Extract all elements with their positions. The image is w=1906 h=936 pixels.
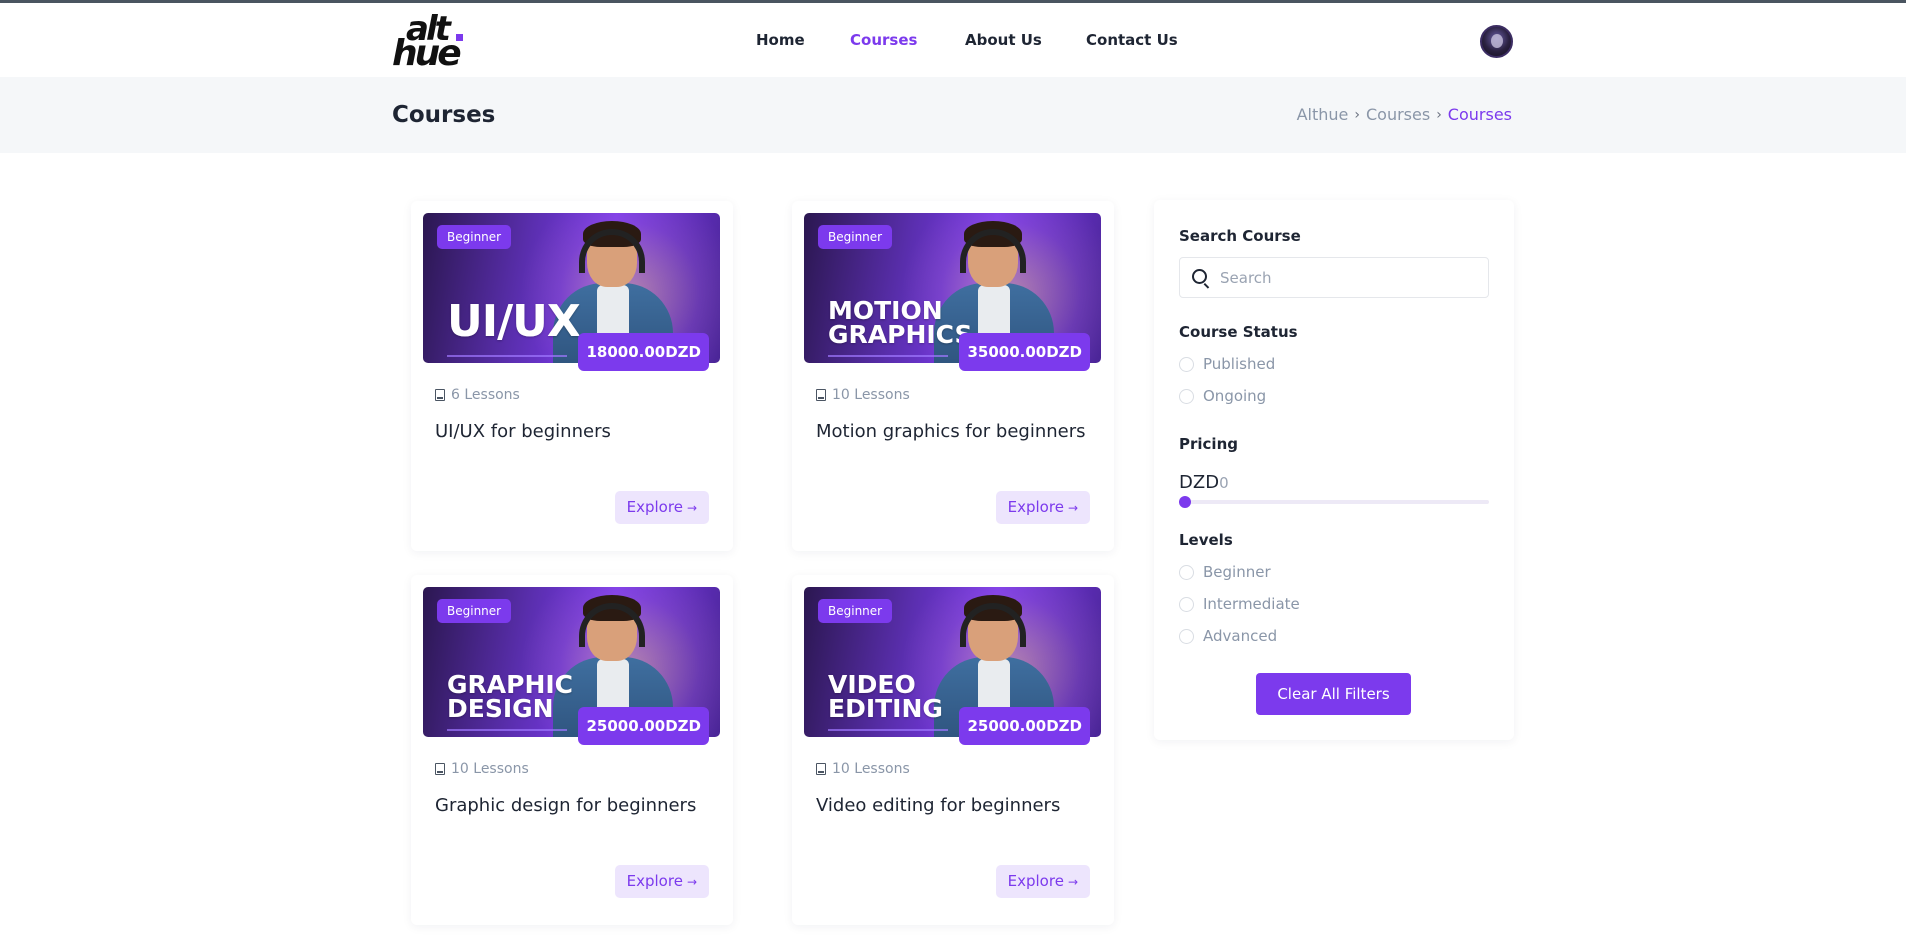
logo-dot	[456, 34, 463, 41]
site-header: alt hue Home Courses About Us Contact Us	[0, 3, 1906, 77]
price-badge: 25000.00DZD	[578, 707, 709, 745]
arrow-right-icon: →	[1067, 875, 1078, 889]
nav-courses[interactable]: Courses	[850, 31, 917, 49]
option-label: Advanced	[1203, 627, 1278, 645]
course-status-label: Course Status	[1179, 323, 1298, 341]
lessons-count: 10 Lessons	[816, 761, 910, 777]
thumbnail-title: MOTION GRAPHICS	[828, 296, 973, 349]
price-badge: 35000.00DZD	[959, 333, 1090, 371]
arrow-right-icon: →	[686, 875, 697, 889]
option-label: Ongoing	[1203, 387, 1267, 405]
lessons-count: 10 Lessons	[816, 387, 910, 403]
thumbnail-underline	[447, 355, 567, 357]
lessons-label: 10 Lessons	[451, 761, 529, 777]
course-title[interactable]: Graphic design for beginners	[435, 795, 696, 816]
thumbnail-underline	[828, 355, 948, 357]
price-slider-track[interactable]	[1179, 500, 1489, 504]
option-label: Published	[1203, 355, 1276, 373]
course-card: UI/UX Beginner 18000.00DZD 6 Lessons UI/…	[411, 201, 733, 551]
pricing-label: Pricing	[1179, 435, 1238, 453]
radio-button[interactable]	[1179, 356, 1194, 372]
option-label: Intermediate	[1203, 595, 1300, 613]
lessons-label: 10 Lessons	[832, 761, 910, 777]
status-option-published[interactable]: Published	[1179, 355, 1275, 373]
price-slider-handle[interactable]	[1179, 496, 1191, 508]
avatar-face	[1491, 34, 1503, 48]
thumbnail-underline	[447, 729, 567, 731]
page-header-band: Courses Althue › Courses › Courses	[0, 77, 1906, 153]
filters-sidebar: Search Course Course Status Published On…	[1154, 200, 1514, 740]
lessons-label: 6 Lessons	[451, 387, 520, 403]
level-option-advanced[interactable]: Advanced	[1179, 627, 1277, 645]
course-card: VIDEO EDITING Beginner 25000.00DZD 10 Le…	[792, 575, 1114, 925]
lessons-label: 10 Lessons	[832, 387, 910, 403]
thumbnail-title: VIDEO EDITING	[828, 670, 943, 723]
level-badge: Beginner	[818, 599, 893, 623]
breadcrumb-current: Courses	[1447, 105, 1512, 124]
radio-button[interactable]	[1179, 596, 1194, 612]
arrow-right-icon: →	[686, 501, 697, 515]
explore-button[interactable]: Explore →	[995, 865, 1090, 898]
search-course-label: Search Course	[1179, 227, 1301, 245]
price-badge: 18000.00DZD	[578, 333, 709, 371]
course-card: GRAPHIC DESIGN Beginner 25000.00DZD 10 L…	[411, 575, 733, 925]
breadcrumb-althue[interactable]: Althue	[1297, 105, 1349, 124]
level-badge: Beginner	[437, 599, 512, 623]
level-option-intermediate[interactable]: Intermediate	[1179, 595, 1300, 613]
lessons-count: 10 Lessons	[435, 761, 529, 777]
explore-button[interactable]: Explore →	[614, 865, 709, 898]
breadcrumb-courses[interactable]: Courses	[1366, 105, 1430, 124]
thumbnail-title: UI/UX	[447, 296, 581, 347]
thumbnail-title: GRAPHIC DESIGN	[447, 670, 574, 723]
radio-button[interactable]	[1179, 564, 1194, 580]
price-badge: 25000.00DZD	[959, 707, 1090, 745]
course-card: MOTION GRAPHICS Beginner 35000.00DZD 10 …	[792, 201, 1114, 551]
chevron-right-icon: ›	[1436, 106, 1442, 123]
clear-all-filters-button[interactable]: Clear All Filters	[1256, 673, 1411, 715]
user-avatar[interactable]	[1480, 25, 1513, 58]
book-icon	[435, 389, 445, 401]
radio-button[interactable]	[1179, 388, 1194, 404]
althue-logo[interactable]: alt hue	[392, 9, 468, 74]
logo-text-hue: hue	[392, 33, 462, 74]
explore-label: Explore	[626, 498, 683, 516]
chevron-right-icon: ›	[1354, 106, 1360, 123]
breadcrumb: Althue › Courses › Courses	[1297, 105, 1512, 124]
book-icon	[816, 389, 826, 401]
page-title: Courses	[392, 102, 496, 128]
explore-button[interactable]: Explore →	[995, 491, 1090, 524]
course-title[interactable]: Video editing for beginners	[816, 795, 1060, 816]
explore-label: Explore	[1007, 872, 1064, 890]
search-icon	[1192, 269, 1207, 284]
lessons-count: 6 Lessons	[435, 387, 520, 403]
book-icon	[435, 763, 445, 775]
explore-button[interactable]: Explore →	[614, 491, 709, 524]
levels-label: Levels	[1179, 531, 1233, 549]
status-option-ongoing[interactable]: Ongoing	[1179, 387, 1266, 405]
pricing-value: DZD0	[1179, 472, 1229, 493]
course-title[interactable]: UI/UX for beginners	[435, 421, 611, 442]
explore-label: Explore	[626, 872, 683, 890]
pricing-currency: DZD	[1179, 472, 1220, 493]
option-label: Beginner	[1203, 563, 1271, 581]
nav-home[interactable]: Home	[756, 31, 805, 49]
level-badge: Beginner	[437, 225, 512, 249]
arrow-right-icon: →	[1067, 501, 1078, 515]
search-input[interactable]	[1220, 258, 1480, 297]
level-badge: Beginner	[818, 225, 893, 249]
explore-label: Explore	[1007, 498, 1064, 516]
pricing-number: 0	[1219, 474, 1229, 492]
radio-button[interactable]	[1179, 628, 1194, 644]
course-title[interactable]: Motion graphics for beginners	[816, 421, 1086, 442]
search-box[interactable]	[1179, 257, 1489, 298]
nav-contact-us[interactable]: Contact Us	[1086, 31, 1178, 49]
book-icon	[816, 763, 826, 775]
nav-about-us[interactable]: About Us	[965, 31, 1042, 49]
level-option-beginner[interactable]: Beginner	[1179, 563, 1271, 581]
thumbnail-underline	[828, 729, 948, 731]
